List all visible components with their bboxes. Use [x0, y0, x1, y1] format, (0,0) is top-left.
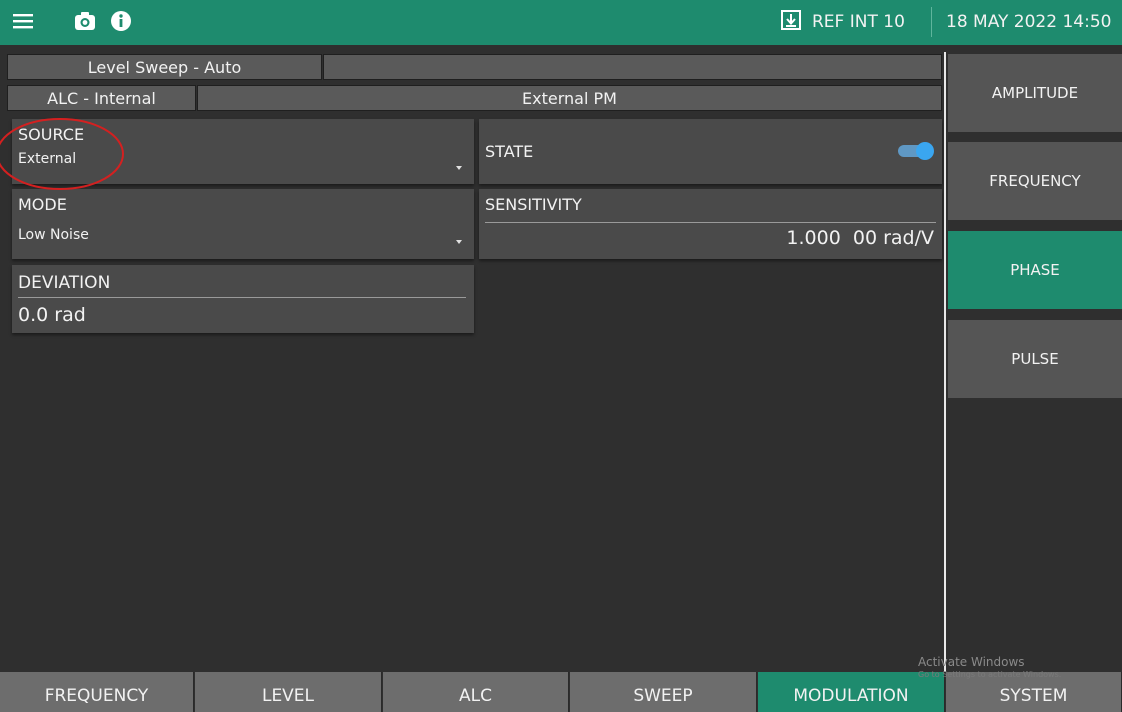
tab-sweep[interactable]: SWEEP — [570, 672, 757, 712]
state-label: STATE — [485, 142, 534, 161]
side-menu-label: AMPLITUDE — [991, 84, 1079, 102]
tab-label: SWEEP — [633, 686, 693, 706]
tab-label: FREQUENCY — [44, 686, 149, 706]
sensitivity-label: SENSITIVITY — [485, 195, 582, 214]
sensitivity-value: 1.000 00 rad/V — [786, 227, 934, 249]
tab-label: MODULATION — [793, 686, 909, 706]
side-menu-pulse[interactable]: PULSE — [948, 320, 1122, 398]
tab-label: ALC — [459, 686, 492, 706]
sensitivity-underline — [485, 222, 936, 223]
header-divider — [931, 7, 932, 37]
date-time: 18 MAY 2022 14:50 — [946, 12, 1112, 32]
state-toggle[interactable] — [898, 142, 934, 160]
sweep-status: Level Sweep - Auto — [7, 54, 322, 80]
side-menu-label: FREQUENCY — [989, 172, 1081, 190]
activation-watermark-sub: Go to Settings to activate Windows. — [918, 670, 1062, 679]
sensitivity-field[interactable]: SENSITIVITY 1.000 00 rad/V — [479, 189, 942, 259]
tab-frequency[interactable]: FREQUENCY — [0, 672, 194, 712]
deviation-value: 0.0 rad — [18, 304, 86, 326]
deviation-field[interactable]: DEVIATION 0.0 rad — [12, 265, 474, 333]
chevron-down-icon — [456, 166, 462, 170]
menu-icon[interactable] — [10, 8, 36, 34]
highlight-circle — [0, 118, 124, 190]
download-icon — [780, 9, 802, 36]
tab-label: LEVEL — [261, 686, 315, 706]
side-menu-phase[interactable]: PHASE — [948, 231, 1122, 309]
chevron-down-icon — [456, 240, 462, 244]
side-menu-frequency[interactable]: FREQUENCY — [948, 142, 1122, 220]
modulation-mode-status: External PM — [197, 85, 942, 111]
sweep-status-extra — [323, 54, 942, 80]
tab-alc[interactable]: ALC — [383, 672, 569, 712]
side-menu-label: PULSE — [1011, 350, 1059, 368]
reference-label: REF INT 10 — [812, 12, 905, 32]
mode-label: MODE — [18, 195, 67, 214]
state-panel: STATE — [479, 119, 942, 184]
info-icon[interactable] — [108, 8, 134, 34]
tab-level[interactable]: LEVEL — [195, 672, 382, 712]
camera-icon[interactable] — [72, 8, 98, 34]
mode-value: Low Noise — [18, 227, 89, 243]
reference-indicator[interactable]: REF INT 10 — [780, 8, 930, 36]
mode-dropdown[interactable]: MODE Low Noise — [12, 189, 474, 259]
side-menu-amplitude[interactable]: AMPLITUDE — [948, 54, 1122, 132]
deviation-underline — [18, 297, 466, 298]
deviation-label: DEVIATION — [18, 273, 111, 293]
side-menu-label: PHASE — [1010, 261, 1060, 279]
side-menu-divider — [944, 52, 946, 672]
alc-status: ALC - Internal — [7, 85, 196, 111]
top-bar: REF INT 10 18 MAY 2022 14:50 — [0, 0, 1122, 45]
tab-label: SYSTEM — [999, 686, 1068, 706]
tab-modulation[interactable]: MODULATION — [758, 672, 945, 712]
activation-watermark: Activate Windows — [918, 655, 1025, 669]
